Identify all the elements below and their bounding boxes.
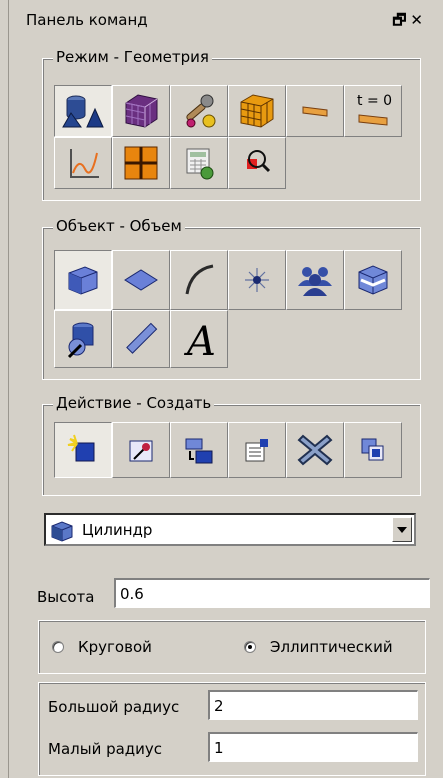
shape-select[interactable]: Цилиндр (44, 513, 416, 546)
properties-icon (245, 439, 268, 462)
panel-border (8, 0, 9, 778)
tools-icon (186, 94, 216, 128)
delete-button[interactable] (286, 422, 344, 478)
geometry-button[interactable] (54, 85, 112, 137)
chevron-down-icon[interactable] (392, 517, 412, 542)
minor-radius-input[interactable] (208, 732, 418, 762)
annotation-label: A (183, 319, 216, 361)
plot-graph-icon (70, 149, 99, 178)
body-edit-icon (67, 322, 94, 359)
measure-ruler-icon (126, 322, 158, 354)
calculator-button[interactable] (170, 137, 228, 189)
grid-cube-icon (240, 94, 274, 128)
edit-icon (129, 440, 153, 462)
cube-section-icon (358, 265, 388, 295)
grid-cube-button[interactable] (228, 85, 286, 137)
move-copy-icon (185, 438, 213, 464)
time-zero-icon: t = 0 (357, 93, 392, 126)
annotation-button[interactable]: A (170, 310, 228, 368)
geometry-shapes-icon (62, 95, 104, 128)
plot-button[interactable] (54, 137, 112, 189)
create-button[interactable] (54, 422, 112, 478)
edit-button[interactable] (112, 422, 170, 478)
face-button[interactable] (112, 250, 170, 310)
restore-icon[interactable]: 🗗 (392, 11, 410, 29)
volume-cube-icon (68, 266, 98, 295)
height-input[interactable] (114, 578, 430, 608)
circular-radio-dot (52, 641, 64, 653)
time-zero-label: t = 0 (357, 93, 392, 109)
examine-button[interactable] (228, 137, 286, 189)
vertex-button[interactable] (228, 250, 286, 310)
shape-select-value: Цилиндр (82, 521, 153, 539)
body-edit-button[interactable] (54, 310, 112, 368)
group-button[interactable] (286, 250, 344, 310)
zoom-examine-icon (247, 150, 271, 173)
elliptical-radio[interactable]: Эллиптический (244, 638, 393, 656)
mode-group-legend: Режим - Геометрия (53, 48, 212, 66)
move-copy-button[interactable] (170, 422, 228, 478)
text-annotation-icon: A (183, 319, 216, 361)
face-icon (124, 269, 158, 291)
close-icon[interactable]: ✕ (410, 11, 427, 29)
edge-curve-icon (185, 264, 214, 295)
properties-button[interactable] (228, 422, 286, 478)
mesh-cube-icon (125, 94, 158, 128)
create-icon (67, 434, 95, 462)
copy-button[interactable] (344, 422, 402, 478)
section-button[interactable] (344, 250, 402, 310)
time-zero-button[interactable]: t = 0 (344, 85, 402, 137)
circular-radio[interactable]: Круговой (52, 638, 152, 656)
action-group-legend: Действие - Создать (53, 394, 215, 412)
vertex-point-icon (245, 268, 269, 292)
elliptical-radio-dot (244, 641, 256, 653)
volume-button[interactable] (54, 250, 112, 310)
tools-button[interactable] (170, 85, 228, 137)
mesh-grid-icon (124, 146, 158, 180)
cylinder-cube-icon (50, 520, 74, 546)
delete-icon (297, 434, 333, 466)
circular-radio-label: Круговой (78, 638, 152, 656)
panel-title: Панель команд (26, 11, 148, 29)
panel-titlebar: Панель команд 🗗✕ (0, 0, 443, 40)
copy-icon (361, 438, 384, 461)
object-group-legend: Объект - Объем (53, 217, 185, 235)
group-icon (298, 267, 332, 296)
major-radius-input[interactable] (208, 690, 418, 720)
mesh-button[interactable] (112, 85, 170, 137)
calculator-icon (186, 148, 214, 180)
boundary-button[interactable] (286, 85, 344, 137)
mesh-grid-button[interactable] (112, 137, 170, 189)
elliptical-radio-label: Эллиптический (270, 638, 393, 656)
edge-button[interactable] (170, 250, 228, 310)
boundary-strip-icon (302, 106, 328, 117)
major-radius-label: Большой радиус (48, 698, 180, 716)
height-label: Высота (37, 588, 95, 606)
minor-radius-label: Малый радиус (48, 740, 163, 758)
measure-button[interactable] (112, 310, 170, 368)
